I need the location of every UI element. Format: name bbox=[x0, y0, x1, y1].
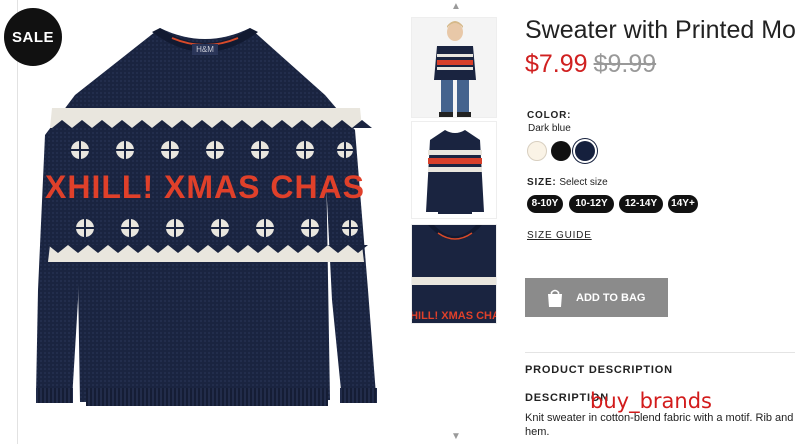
color-value: Dark blue bbox=[528, 123, 571, 134]
size-option-8-10y[interactable]: 8-10Y bbox=[527, 195, 563, 213]
price-row: $7.99 $9.99 bbox=[525, 50, 656, 79]
product-description-heading: PRODUCT DESCRIPTION bbox=[525, 364, 673, 376]
size-option-10-12y[interactable]: 10-12Y bbox=[569, 195, 614, 213]
model-thumbnail-image bbox=[412, 18, 496, 117]
chevron-up-icon[interactable]: ▲ bbox=[449, 2, 463, 12]
size-label-title: SIZE: bbox=[527, 177, 557, 188]
thumbnail-front[interactable] bbox=[411, 121, 497, 219]
size-option-12-14y[interactable]: 12-14Y bbox=[619, 195, 663, 213]
thumbnail-print-text: XHILL! XMAS CHAS bbox=[412, 310, 497, 322]
shopping-bag-icon bbox=[544, 287, 566, 309]
front-thumbnail-image bbox=[412, 122, 496, 218]
color-label: COLOR: bbox=[527, 110, 572, 121]
product-title: Sweater with Printed Mo bbox=[525, 16, 795, 44]
size-guide-link[interactable]: SIZE GUIDE bbox=[527, 230, 592, 241]
sweater-illustration: XHILL! XMAS CHAS H&M bbox=[36, 28, 377, 406]
swatch-black[interactable] bbox=[551, 141, 571, 161]
sale-badge: SALE bbox=[4, 8, 62, 66]
add-to-bag-button[interactable]: ADD TO BAG bbox=[525, 278, 668, 317]
swatch-cream[interactable] bbox=[527, 141, 547, 161]
thumbnail-model[interactable] bbox=[411, 17, 497, 118]
sale-price: $7.99 bbox=[525, 50, 588, 78]
size-label: SIZE: Select size bbox=[527, 177, 608, 188]
sweater-print-text: XHILL! XMAS CHAS bbox=[45, 169, 365, 205]
original-price: $9.99 bbox=[593, 50, 657, 78]
size-hint: Select size bbox=[559, 177, 608, 188]
main-product-image[interactable]: XHILL! XMAS CHAS H&M SALE bbox=[0, 0, 400, 444]
add-to-bag-label: ADD TO BAG bbox=[576, 291, 646, 304]
thumbnail-detail[interactable]: XHILL! XMAS CHAS bbox=[411, 224, 497, 324]
swatch-dark-blue[interactable] bbox=[575, 141, 595, 161]
detail-thumbnail-image: XHILL! XMAS CHAS bbox=[412, 225, 497, 323]
size-option-14y-plus[interactable]: 14Y+ bbox=[668, 195, 698, 213]
section-divider bbox=[525, 352, 795, 353]
brand-tag: H&M bbox=[196, 45, 214, 54]
watermark: buy_brands bbox=[590, 389, 712, 413]
chevron-down-icon[interactable]: ▼ bbox=[449, 432, 463, 442]
description-text: Knit sweater in cotton-blend fabric with… bbox=[525, 412, 794, 438]
